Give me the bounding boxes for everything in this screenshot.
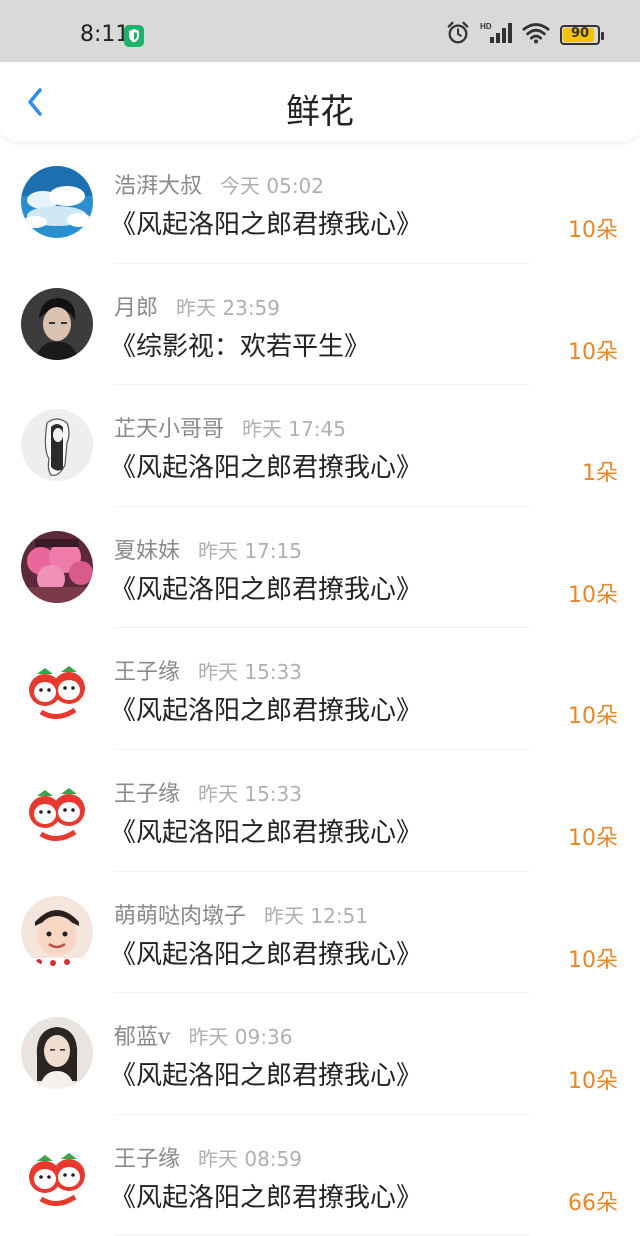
svg-text:HD: HD (480, 22, 492, 31)
user-name[interactable]: 浩湃大叔 (114, 168, 202, 200)
book-title[interactable]: 《风起洛阳之郎君撩我心》 (110, 447, 422, 484)
flower-count: 66朵 (568, 1190, 618, 1216)
list-item[interactable]: 浩湃大叔 今天 05:02 《风起洛阳之郎君撩我心》 10朵 (0, 142, 640, 264)
book-title[interactable]: 《风起洛阳之郎君撩我心》 (110, 934, 422, 971)
time-stamp: 昨天 08:59 (198, 1146, 303, 1171)
book-title[interactable]: 《综影视：欢若平生》 (110, 326, 370, 363)
flower-count: 10朵 (568, 947, 618, 973)
battery-icon: 90 (560, 25, 604, 45)
time-stamp: 昨天 15:33 (198, 660, 303, 685)
item-meta: 王子缘 昨天 15:33 (114, 776, 302, 808)
time-stamp: 昨天 17:45 (242, 417, 347, 442)
flower-count: 1朵 (582, 461, 618, 487)
flower-count: 10朵 (568, 582, 618, 608)
list-item[interactable]: 芷天小哥哥 昨天 17:45 《风起洛阳之郎君撩我心》 1朵 (0, 385, 640, 507)
item-meta: 王子缘 昨天 15:33 (114, 654, 302, 686)
avatar-woman-portrait[interactable] (21, 1017, 93, 1090)
page-title: 鲜花 (286, 92, 354, 132)
list-item[interactable]: 王子缘 昨天 15:33 《风起洛阳之郎君撩我心》 10朵 (0, 750, 640, 872)
time-stamp: 昨天 09:36 (188, 1025, 293, 1050)
avatar-man-portrait[interactable] (21, 287, 93, 360)
user-name[interactable]: 王子缘 (114, 776, 180, 808)
list-item[interactable]: 夏妹妹 昨天 17:15 《风起洛阳之郎君撩我心》 10朵 (0, 507, 640, 629)
flower-list: 浩湃大叔 今天 05:02 《风起洛阳之郎君撩我心》 10朵 月郎 昨天 23:… (0, 142, 640, 1236)
time-stamp: 今天 05:02 (220, 174, 325, 198)
book-title[interactable]: 《风起洛阳之郎君撩我心》 (110, 690, 422, 727)
flower-count: 10朵 (568, 704, 618, 730)
user-name[interactable]: 王子缘 (114, 1141, 180, 1173)
avatar-pink-blossoms[interactable] (21, 530, 93, 603)
avatar-strawberry-characters[interactable] (21, 773, 93, 846)
book-title[interactable]: 《风起洛阳之郎君撩我心》 (110, 812, 422, 849)
book-title[interactable]: 《风起洛阳之郎君撩我心》 (110, 569, 422, 606)
time-stamp: 昨天 17:15 (198, 538, 303, 563)
hd-signal-icon: HD (480, 21, 512, 49)
list-item[interactable]: 郁蓝v 昨天 09:36 《风起洛阳之郎君撩我心》 10朵 (0, 993, 640, 1115)
list-item[interactable]: 月郎 昨天 23:59 《综影视：欢若平生》 10朵 (0, 264, 640, 386)
status-time: 8:11 (80, 22, 130, 47)
user-name[interactable]: 夏妹妹 (114, 533, 180, 565)
item-meta: 萌萌哒肉墩子 昨天 12:51 (114, 898, 368, 930)
flower-count: 10朵 (568, 218, 618, 243)
item-meta: 月郎 昨天 23:59 (114, 290, 280, 322)
book-title[interactable]: 《风起洛阳之郎君撩我心》 (110, 1055, 422, 1092)
user-name[interactable]: 芷天小哥哥 (114, 411, 224, 443)
list-item[interactable]: 王子缘 昨天 15:33 《风起洛阳之郎君撩我心》 10朵 (0, 628, 640, 750)
user-name[interactable]: 月郎 (114, 290, 158, 322)
shield-icon (124, 25, 144, 47)
flower-count: 10朵 (568, 825, 618, 851)
item-meta: 浩湃大叔 今天 05:02 (114, 168, 324, 200)
status-bar: 8:11 HD 90 (0, 0, 640, 62)
avatar-strawberry-characters[interactable] (21, 652, 93, 725)
item-meta: 芷天小哥哥 昨天 17:45 (114, 411, 346, 443)
flower-count: 10朵 (568, 339, 618, 365)
avatar-child-photo[interactable] (21, 895, 93, 968)
header: 鲜花 (0, 62, 640, 142)
list-item[interactable]: 萌萌哒肉墩子 昨天 12:51 《风起洛阳之郎君撩我心》 10朵 (0, 872, 640, 994)
list-item[interactable]: 王子缘 昨天 08:59 《风起洛阳之郎君撩我心》 66朵 (0, 1115, 640, 1236)
battery-cap (601, 32, 604, 40)
time-stamp: 昨天 12:51 (264, 903, 369, 928)
user-name[interactable]: 萌萌哒肉墩子 (114, 898, 246, 930)
book-title[interactable]: 《风起洛阳之郎君撩我心》 (110, 1177, 422, 1214)
alarm-icon (446, 21, 470, 49)
user-name[interactable]: 王子缘 (114, 654, 180, 686)
user-name[interactable]: 郁蓝v (114, 1019, 170, 1051)
item-meta: 郁蓝v 昨天 09:36 (114, 1019, 292, 1051)
wifi-icon (522, 21, 550, 49)
time-stamp: 昨天 23:59 (176, 295, 281, 320)
avatar-sky-clouds[interactable] (21, 166, 93, 238)
status-icons: HD 90 (446, 21, 604, 49)
avatar-strawberry-characters[interactable] (21, 1138, 93, 1211)
battery-text: 90 (570, 26, 590, 41)
item-meta: 夏妹妹 昨天 17:15 (114, 533, 302, 565)
item-meta: 王子缘 昨天 08:59 (114, 1141, 302, 1173)
time-stamp: 昨天 15:33 (198, 781, 303, 806)
book-title[interactable]: 《风起洛阳之郎君撩我心》 (110, 204, 422, 241)
avatar-sketch-figure[interactable] (21, 409, 93, 482)
flower-count: 10朵 (568, 1069, 618, 1095)
